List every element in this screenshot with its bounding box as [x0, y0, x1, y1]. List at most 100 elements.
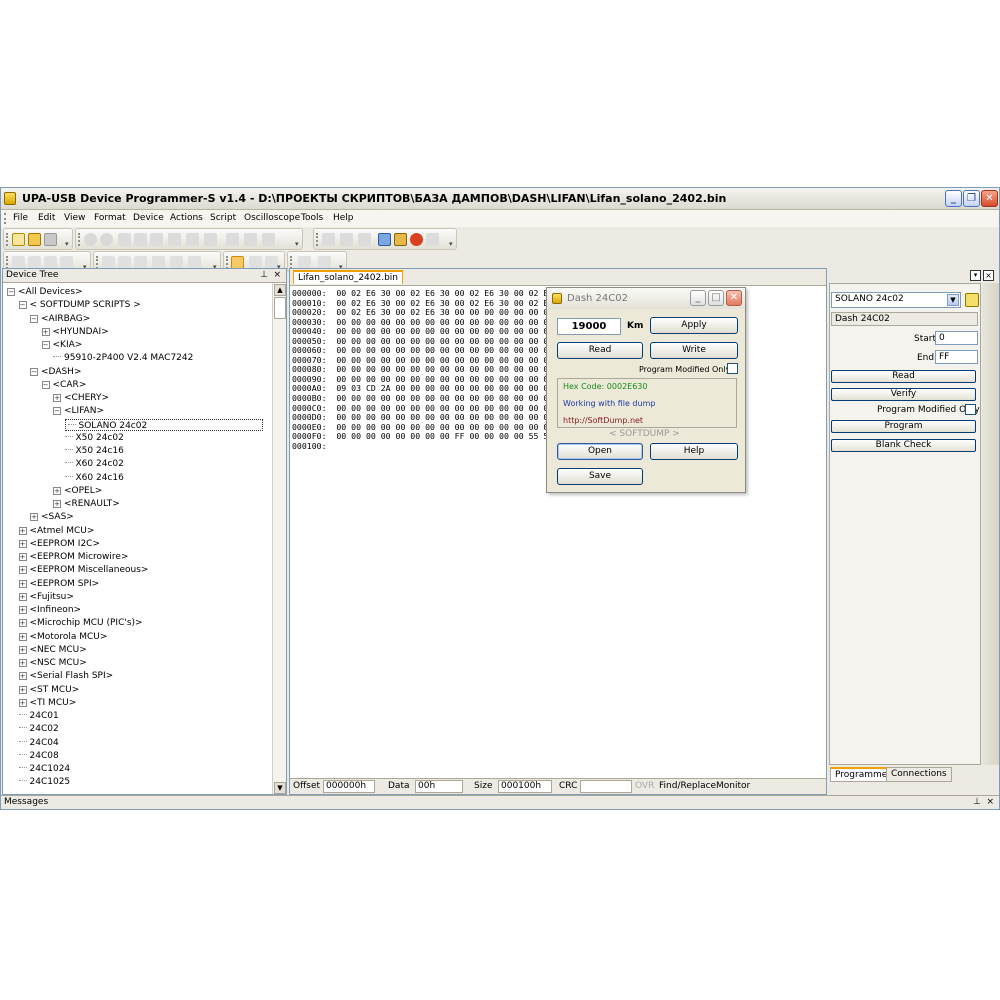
close-icon[interactable]: ×	[986, 796, 994, 809]
device-info-icon[interactable]	[965, 293, 979, 307]
delete-icon[interactable]	[168, 233, 181, 246]
km-input[interactable]: 19000	[557, 318, 621, 335]
collapse-icon[interactable]: −	[18, 301, 27, 310]
tree-node[interactable]: 24C04	[18, 737, 59, 749]
adapter-icon[interactable]	[358, 233, 371, 246]
tree-node[interactable]: 24C1024	[18, 763, 70, 775]
find-icon[interactable]	[186, 233, 199, 246]
new-file-icon[interactable]	[12, 233, 25, 246]
menu-view[interactable]: View	[64, 213, 85, 223]
hex-line[interactable]: 0000F0: 00 00 00 00 00 00 00 00 FF 00 00…	[292, 432, 563, 442]
save-icon[interactable]	[44, 233, 57, 246]
tree-node[interactable]: − <All Devices>	[7, 286, 83, 298]
dialog-open-button[interactable]: Open	[557, 443, 643, 460]
script-icon[interactable]	[378, 233, 391, 246]
tree-node[interactable]: + <HYUNDAI>	[41, 326, 109, 338]
tree-node[interactable]: + <EEPROM Microwire>	[18, 551, 128, 563]
print-icon[interactable]	[262, 233, 275, 246]
collapse-icon[interactable]: −	[7, 288, 15, 296]
tree-node[interactable]: X50 24c02	[64, 432, 124, 444]
tree-node[interactable]: 24C02	[18, 723, 59, 735]
close-button[interactable]: ✕	[981, 190, 998, 207]
tree-node[interactable]: + <ST MCU>	[18, 684, 79, 696]
expand-icon[interactable]: +	[18, 539, 27, 548]
blank-check-button[interactable]: Blank Check	[831, 439, 976, 452]
tree-node[interactable]: X60 24c16	[64, 472, 124, 484]
tree-node[interactable]: + <Motorola MCU>	[18, 631, 107, 643]
expand-icon[interactable]: +	[18, 659, 27, 667]
collapse-icon[interactable]: −	[30, 314, 38, 323]
dialog-minimize-button[interactable]: _	[690, 290, 706, 306]
chevron-down-icon[interactable]: ▼	[947, 294, 959, 306]
dialog-save-button[interactable]: Save	[557, 468, 643, 485]
tree-node[interactable]: X60 24c02	[64, 458, 124, 470]
end-input[interactable]: FF	[935, 350, 978, 364]
menu-actions[interactable]: Actions	[170, 213, 203, 223]
toolbar-chevron-icon[interactable]: ▾	[295, 241, 301, 248]
menu-device[interactable]: Device	[133, 213, 164, 223]
panel-close-icon[interactable]: ×	[983, 270, 994, 281]
expand-icon[interactable]: +	[18, 698, 27, 707]
menu-help[interactable]: Help	[333, 213, 354, 223]
apply-button[interactable]: Apply	[650, 317, 738, 334]
tree-node[interactable]: + <CHERY>	[53, 392, 109, 404]
tree-node[interactable]: − <DASH>	[30, 366, 82, 378]
menu-script[interactable]: Script	[210, 213, 236, 223]
dialog-write-button[interactable]: Write	[650, 342, 738, 359]
tree-node[interactable]: + <TI MCU>	[18, 697, 76, 709]
tree-node[interactable]: + <OPEL>	[53, 485, 102, 497]
tree-scrollbar[interactable]: ▲ ▼	[272, 284, 286, 794]
expand-icon[interactable]: +	[18, 566, 27, 575]
stop-icon[interactable]	[426, 233, 439, 246]
tree-node[interactable]: + <Atmel MCU>	[18, 525, 94, 537]
dialog-read-button[interactable]: Read	[557, 342, 643, 359]
tree-node[interactable]: + <EEPROM I2C>	[18, 538, 100, 550]
expand-icon[interactable]: +	[18, 645, 27, 654]
chip-icon[interactable]	[340, 233, 353, 246]
expand-icon[interactable]: +	[18, 606, 27, 614]
scroll-up-icon[interactable]: ▲	[274, 284, 286, 296]
tree-node[interactable]: 24C1025	[18, 776, 70, 788]
expand-icon[interactable]: +	[18, 579, 27, 588]
menu-file[interactable]: File	[13, 213, 28, 223]
dialog-help-button[interactable]: Help	[650, 443, 738, 460]
tree-node[interactable]: + <Microchip MCU (PIC's)>	[18, 617, 143, 629]
redo-icon[interactable]	[100, 233, 113, 246]
expand-icon[interactable]: +	[53, 500, 61, 508]
undo-icon[interactable]	[84, 233, 97, 246]
program-button[interactable]: Program	[831, 420, 976, 433]
device-icon[interactable]	[322, 233, 335, 246]
panel-menu-icon[interactable]: ▾	[970, 270, 981, 281]
collapse-icon[interactable]: −	[41, 380, 50, 389]
replace-icon[interactable]	[204, 233, 217, 246]
tree-node[interactable]: + <EEPROM Miscellaneous>	[18, 564, 148, 576]
tree-node[interactable]: − <CAR>	[41, 379, 86, 391]
goto-icon[interactable]	[244, 233, 257, 246]
dialog-maximize-button[interactable]: □	[708, 290, 724, 306]
hex-dump[interactable]: 000000: 00 02 E6 30 00 02 E6 30 00 02 E6…	[292, 288, 563, 452]
tree-node[interactable]: 24C01	[18, 710, 59, 722]
expand-icon[interactable]: +	[18, 553, 27, 561]
open-folder-icon[interactable]	[28, 233, 41, 246]
tree-node[interactable]: + <NSC MCU>	[18, 657, 87, 669]
tree-node[interactable]: + <NEC MCU>	[18, 644, 87, 656]
cut-icon[interactable]	[118, 233, 131, 246]
menu-oscilloscope[interactable]: Oscilloscope	[244, 213, 300, 223]
tree-node[interactable]: SOLANO 24c02	[64, 418, 263, 431]
expand-icon[interactable]: +	[53, 394, 61, 402]
scroll-thumb[interactable]	[274, 297, 286, 319]
tree-node[interactable]: − < SOFTDUMP SCRIPTS >	[18, 299, 141, 311]
edit-script-icon[interactable]	[394, 233, 407, 246]
start-input[interactable]: 0	[935, 331, 978, 345]
expand-icon[interactable]: +	[30, 513, 38, 522]
bookmark-icon[interactable]	[226, 233, 239, 246]
hex-line[interactable]: 000100:	[292, 441, 563, 452]
document-tab[interactable]: Lifan_solano_2402.bin	[293, 270, 404, 284]
toolbar-chevron-icon[interactable]: ▾	[65, 241, 71, 248]
collapse-icon[interactable]: −	[53, 407, 61, 416]
tree-node[interactable]: − <AIRBAG>	[30, 313, 90, 325]
paste-icon[interactable]	[150, 233, 163, 246]
pin-icon[interactable]: ⊥	[973, 796, 981, 809]
tab-connections[interactable]: Connections	[886, 767, 952, 782]
tree-node[interactable]: + <Fujitsu>	[18, 591, 74, 603]
